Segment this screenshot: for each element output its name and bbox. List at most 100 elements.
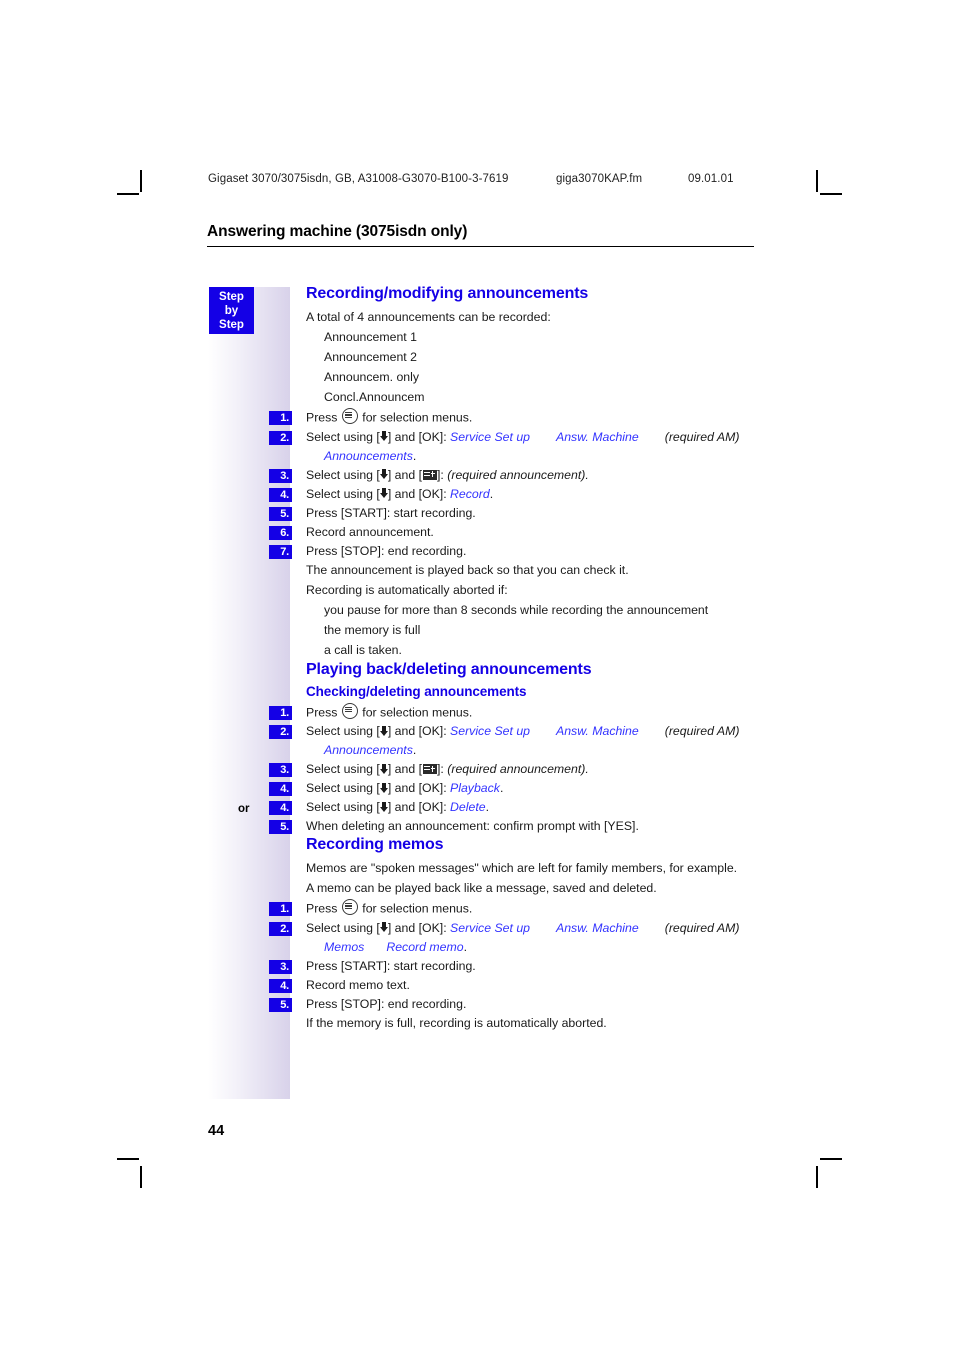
step-list-checking-deleting-announcements: 1. Press for selection menus. 2. Select … (238, 702, 758, 837)
step-text-mid2: ]: (437, 762, 448, 776)
step-text-tail: . (412, 743, 417, 757)
step-row-alternative: or 4. Select using [] and [OK]: Delete. (238, 798, 758, 817)
step-note: (required AM) (664, 920, 740, 935)
display-key-icon (422, 469, 437, 480)
section-intro-text: Memos are "spoken messages" which are le… (306, 861, 738, 875)
step-number: 4. (269, 782, 292, 796)
chapter-title: Answering machine (3075isdn only) (207, 223, 754, 247)
subsection-heading-checking-deleting-announcements: Checking/deleting announcements (306, 683, 527, 699)
step-text-prefix: Select using [ (306, 724, 380, 738)
step-text-prefix: Select using [ (306, 781, 380, 795)
step-text-mid: ] and [ (387, 467, 423, 482)
step-text: Record announcement. (306, 524, 434, 539)
step-row: 2. Select using [] and [OK]: Service Set… (269, 428, 758, 466)
crop-mark-bottom-left-horizontal (117, 1158, 139, 1160)
step-text-tail: . (463, 939, 467, 954)
step-text: Press [STOP]: end recording. (306, 996, 467, 1011)
crop-mark-top-right-horizontal (820, 193, 842, 195)
step-number: 5. (269, 506, 292, 521)
step-note: (required announcement) (447, 467, 586, 482)
step-number: 5. (269, 997, 292, 1012)
step-number: 3. (269, 763, 292, 777)
step-text-mid: ] and [OK]: (387, 429, 451, 444)
step-number: 3. (269, 959, 292, 974)
step-text-mid: ] and [OK]: (387, 724, 451, 738)
list-item: the memory is full (324, 622, 421, 637)
step-text-prefix: Select using [ (306, 762, 380, 776)
step-row: 5. Press [STOP]: end recording. (269, 995, 758, 1014)
step-text: Record memo text. (306, 977, 410, 992)
step-row: 4. Select using [] and [OK]: Record. (269, 485, 758, 504)
down-arrow-icon (379, 488, 388, 499)
menu-path-item: Answ. Machine (556, 920, 639, 935)
menu-path-item: Playback (450, 781, 500, 795)
step-text-prefix: Select using [ (306, 429, 380, 444)
document-date: 09.01.01 (688, 173, 734, 185)
step-row: 6. Record announcement. (269, 523, 758, 542)
step-text-suffix: for selection menus. (358, 410, 473, 425)
step-text-prefix: Select using [ (306, 800, 380, 814)
step-number: 4. (269, 978, 292, 993)
crop-mark-top-right-vertical (816, 170, 818, 192)
section-intro-text: A memo can be played back like a message… (306, 881, 657, 895)
step-by-step-line-2: by (224, 305, 239, 317)
section-intro-text: A total of 4 announcements can be record… (306, 310, 551, 324)
menu-key-icon (341, 702, 358, 719)
step-by-step-line-1: Step (219, 291, 244, 303)
step-text-suffix: for selection menus. (358, 901, 473, 916)
down-arrow-icon (379, 922, 388, 933)
step-list-recording-memos: 1. Press for selection menus. 2. Select … (269, 899, 758, 1014)
crop-mark-bottom-left-vertical (140, 1166, 142, 1188)
step-text-prefix: Select using [ (306, 920, 380, 935)
section-heading-recording-memos: Recording memos (306, 836, 444, 853)
menu-key-icon (341, 899, 358, 915)
step-row: 1. Press for selection menus. (269, 702, 758, 723)
menu-path-item: Answ. Machine (556, 724, 639, 738)
menu-path-item: Memos (324, 939, 365, 954)
list-item: Concl.Announcem (324, 390, 425, 404)
step-number: 6. (269, 525, 292, 540)
crop-mark-bottom-right-vertical (816, 1166, 818, 1188)
down-arrow-icon (379, 431, 388, 442)
step-text: Press [START]: start recording. (306, 958, 476, 973)
crop-mark-bottom-right-horizontal (820, 1158, 842, 1160)
step-text-mid: ] and [OK]: (387, 781, 451, 795)
down-arrow-icon (379, 763, 388, 775)
step-number: 4. (269, 801, 292, 815)
menu-path-item: Answ. Machine (556, 429, 639, 444)
step-text-tail: . (489, 486, 494, 501)
step-list-recording-announcements: 1. Press for selection menus. 2. Select … (269, 408, 758, 561)
step-row: 7. Press [STOP]: end recording. (269, 542, 758, 561)
step-row: 3. Press [START]: start recording. (269, 957, 758, 976)
menu-path-item: Service Set up (450, 429, 531, 444)
step-number: 7. (269, 544, 292, 559)
step-number: 2. (269, 725, 292, 739)
step-number: 1. (269, 411, 292, 425)
step-text-prefix: Select using [ (306, 486, 380, 501)
step-row: 1. Press for selection menus. (269, 408, 758, 428)
step-text-mid: ] and [OK]: (387, 800, 451, 814)
document-identifier: Gigaset 3070/3075isdn, GB, A31008-G3070-… (208, 173, 509, 185)
section-note: The announcement is played back so that … (306, 562, 629, 577)
list-item: Announcem. only (324, 370, 420, 384)
step-text-tail: . (585, 467, 589, 482)
menu-path-item: Service Set up (450, 920, 531, 935)
list-item: Announcement 2 (324, 350, 417, 364)
step-text-mid2: ]: (437, 467, 448, 482)
menu-path-item: Announcements (324, 448, 413, 463)
list-item: you pause for more than 8 seconds while … (324, 602, 709, 617)
menu-key-icon (341, 408, 358, 424)
step-note: (required AM) (664, 429, 740, 444)
source-file-name: giga3070KAP.fm (556, 173, 643, 185)
step-number: 2. (269, 921, 292, 936)
section-closing-note: If the memory is full, recording is auto… (306, 1015, 607, 1030)
step-note: (required announcement) (447, 762, 586, 776)
crop-mark-top-left-horizontal (117, 193, 139, 195)
down-arrow-icon (379, 782, 388, 794)
step-by-step-line-3: Step (219, 319, 244, 331)
step-row: 3. Select using [] and []: (required ann… (269, 466, 758, 485)
down-arrow-icon (379, 801, 388, 813)
step-text: Press [START]: start recording. (306, 505, 476, 520)
step-text-mid: ] and [OK]: (387, 486, 451, 501)
step-text-tail: . (485, 800, 489, 814)
